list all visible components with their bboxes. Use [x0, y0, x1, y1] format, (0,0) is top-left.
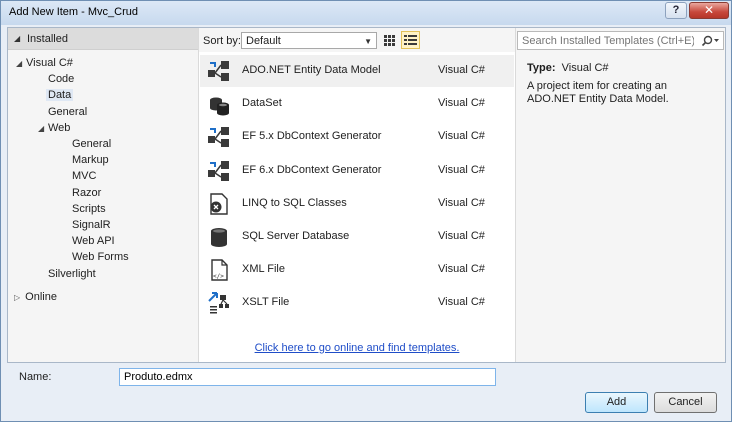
tree-item-label: Scripts — [72, 202, 106, 215]
tree-item-label: Markup — [72, 154, 109, 167]
sort-label: Sort by: — [203, 35, 241, 47]
window-title: Add New Item - Mvc_Crud — [9, 6, 138, 18]
expand-arrow-icon[interactable]: ◢ — [16, 56, 26, 72]
template-language: Visual C# — [438, 230, 485, 242]
tree-item[interactable]: Razor — [62, 185, 101, 201]
type-label: Type: — [527, 62, 556, 74]
template-item[interactable]: </> XML File Visual C# — [200, 254, 514, 286]
template-name: DataSet — [242, 97, 282, 110]
template-name: ADO.NET Entity Data Model — [242, 64, 381, 76]
tree-item-label: Web — [48, 121, 71, 134]
dropdown-arrow-icon: ▼ — [364, 37, 372, 46]
svg-text:</>: </> — [213, 273, 224, 280]
template-language: Visual C# — [438, 196, 485, 209]
search-icon[interactable] — [700, 34, 720, 48]
ef-generator-icon — [208, 160, 229, 181]
tree-item[interactable]: SignalR — [62, 217, 111, 233]
details-panel: Type: Visual C# A project item for creat… — [517, 28, 725, 362]
template-name: SQL Server Database — [242, 230, 350, 242]
template-item[interactable]: XSLT File Visual C# — [200, 287, 514, 319]
template-list-panel: Sort by: Default ▼ ADO.NET Entity Data M… — [198, 28, 516, 362]
type-value: Visual C# — [561, 62, 609, 74]
template-item[interactable]: DataSet Visual C# — [200, 88, 514, 120]
add-new-item-dialog: Add New Item - Mvc_Crud ? ✕ ◢ Installed … — [0, 0, 732, 422]
sort-toolbar: Sort by: Default ▼ — [199, 28, 515, 52]
small-icons-view-button[interactable] — [380, 31, 399, 49]
search-box[interactable] — [517, 31, 724, 50]
tree-item[interactable]: MVC — [62, 168, 96, 184]
dialog-body: ◢ Installed ◢ Visual C# Code Data General ◢ We… — [7, 27, 726, 363]
help-button[interactable]: ? — [665, 2, 687, 19]
tree-item[interactable]: Scripts — [62, 201, 106, 217]
name-input[interactable] — [119, 368, 496, 386]
template-language: Visual C# — [438, 130, 485, 143]
grid-view-icon — [384, 35, 395, 46]
template-item[interactable]: EF 6.x DbContext Generator Visual C# — [200, 155, 514, 187]
find-templates-online-link[interactable]: Click here to go online and find templat… — [199, 342, 515, 354]
list-view-icon — [404, 35, 417, 45]
search-input[interactable] — [518, 32, 698, 49]
collapse-arrow-icon: ◢ — [14, 34, 21, 43]
template-name: EF 6.x DbContext Generator — [242, 163, 382, 176]
tree-item[interactable]: General — [62, 136, 111, 152]
tree-item[interactable]: Silverlight — [38, 266, 96, 282]
online-label: Online — [25, 291, 57, 303]
add-button[interactable]: Add — [585, 392, 648, 413]
installed-header[interactable]: ◢ Installed — [8, 28, 198, 50]
template-item[interactable]: LINQ to SQL Classes Visual C# — [200, 188, 514, 220]
tree-item[interactable]: ◢ Web — [38, 120, 70, 136]
xslt-file-icon — [208, 292, 229, 314]
linq-classes-icon — [210, 193, 228, 215]
template-item[interactable]: SQL Server Database Visual C# — [200, 221, 514, 253]
tree-item[interactable]: Data — [38, 87, 74, 103]
tree-item-label: MVC — [72, 170, 97, 183]
close-button[interactable]: ✕ — [689, 2, 729, 19]
template-language: Visual C# — [438, 296, 485, 309]
template-name: XML File — [242, 263, 285, 276]
installed-label: Installed — [27, 33, 68, 45]
template-language: Visual C# — [438, 97, 485, 110]
tree-item-label: Web API — [72, 235, 115, 248]
template-item[interactable]: EF 5.x DbContext Generator Visual C# — [200, 121, 514, 153]
tree-item-label: General — [48, 105, 88, 118]
template-language: Visual C# — [438, 64, 485, 76]
tree-item[interactable]: Web API — [62, 233, 115, 249]
expand-arrow-icon: ▷ — [14, 293, 21, 302]
tree-item-label: General — [72, 138, 112, 150]
tree-item-label: Silverlight — [48, 267, 96, 280]
tree-item-label: Razor — [72, 186, 102, 199]
tree-item-label: Visual C# — [26, 57, 73, 69]
xml-file-icon: </> — [211, 259, 228, 281]
tree-item-label: Code — [48, 73, 75, 86]
ef-generator-icon — [208, 127, 229, 148]
template-name: XSLT File — [242, 296, 290, 309]
tree-item[interactable]: General — [38, 104, 87, 120]
sort-dropdown[interactable]: Default ▼ — [241, 32, 377, 49]
tree-item-label: SignalR — [72, 219, 111, 231]
template-language: Visual C# — [438, 163, 485, 176]
template-description: A project item for creating an ADO.NET E… — [527, 80, 669, 105]
template-name: LINQ to SQL Classes — [242, 196, 347, 209]
name-label: Name: — [19, 371, 52, 383]
list-view-button[interactable] — [401, 31, 420, 49]
entity-model-icon — [208, 61, 229, 81]
type-info: Type: Visual C# — [527, 62, 609, 74]
sort-value: Default — [246, 35, 281, 47]
tree-item-label: Web Forms — [72, 251, 129, 264]
online-node[interactable]: ▷ Online — [14, 291, 57, 303]
tree-item[interactable]: ◢ Visual C# — [16, 55, 73, 71]
tree-item-label: Data — [46, 89, 74, 102]
template-name: EF 5.x DbContext Generator — [242, 130, 382, 143]
cancel-button[interactable]: Cancel — [654, 392, 717, 413]
database-icon — [211, 228, 227, 247]
template-item[interactable]: ADO.NET Entity Data Model Visual C# — [200, 55, 514, 87]
dataset-icon — [210, 97, 229, 116]
category-panel: ◢ Installed ◢ Visual C# Code Data General ◢ We… — [8, 28, 198, 362]
tree-item[interactable]: Web Forms — [62, 249, 129, 265]
tree-item[interactable]: Code — [38, 71, 74, 87]
template-language: Visual C# — [438, 263, 485, 276]
tree-item[interactable]: Markup — [62, 152, 109, 168]
expand-arrow-icon[interactable]: ◢ — [38, 121, 48, 137]
title-bar[interactable]: Add New Item - Mvc_Crud ? ✕ — [1, 1, 731, 25]
